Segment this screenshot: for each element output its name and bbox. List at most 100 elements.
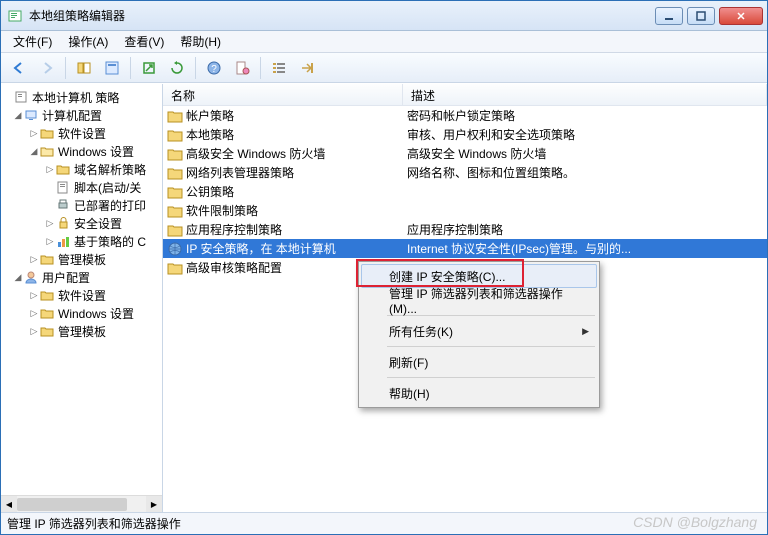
folder-icon xyxy=(39,252,55,266)
list-row[interactable]: 本地策略审核、用户权利和安全选项策略 xyxy=(163,125,767,144)
row-name: 帐户策略 xyxy=(186,107,234,124)
folder-icon xyxy=(167,261,183,275)
printer-icon xyxy=(55,198,71,212)
row-desc: 网络名称、图标和位置组策略。 xyxy=(403,164,767,181)
ctx-all-tasks[interactable]: 所有任务(K)▶ xyxy=(361,319,597,343)
minimize-button[interactable] xyxy=(655,7,683,25)
tree-dns-policy[interactable]: ▷域名解析策略 xyxy=(1,160,162,178)
folder-icon xyxy=(167,204,183,218)
tree-admin-templates[interactable]: ▷管理模板 xyxy=(1,250,162,268)
maximize-button[interactable] xyxy=(687,7,715,25)
refresh-button[interactable] xyxy=(165,56,189,80)
tree-u-software[interactable]: ▷软件设置 xyxy=(1,286,162,304)
folder-icon xyxy=(167,185,183,199)
menu-file[interactable]: 文件(F) xyxy=(5,31,60,52)
folder-icon xyxy=(167,223,183,237)
tree-security-settings[interactable]: ▷安全设置 xyxy=(1,214,162,232)
expand-icon[interactable]: ▷ xyxy=(45,236,55,247)
submenu-arrow-icon: ▶ xyxy=(582,326,589,337)
toolbar: ? xyxy=(1,53,767,83)
security-icon xyxy=(55,216,71,230)
tree-u-admin[interactable]: ▷管理模板 xyxy=(1,322,162,340)
show-hide-tree-button[interactable] xyxy=(72,56,96,80)
ctx-separator xyxy=(387,377,595,378)
row-name: 网络列表管理器策略 xyxy=(186,164,294,181)
properties-button[interactable] xyxy=(100,56,124,80)
row-name: 公钥策略 xyxy=(186,183,234,200)
help-button[interactable]: ? xyxy=(202,56,226,80)
tree-software-settings[interactable]: ▷软件设置 xyxy=(1,124,162,142)
list-row[interactable]: 网络列表管理器策略 网络名称、图标和位置组策略。 xyxy=(163,163,767,182)
tree-pane[interactable]: 本地计算机 策略 ◢计算机配置 ▷软件设置 ◢Windows 设置 ▷域名解析策… xyxy=(1,84,163,512)
forward-button[interactable] xyxy=(35,56,59,80)
ctx-refresh[interactable]: 刷新(F) xyxy=(361,350,597,374)
list-row[interactable]: 公钥策略 xyxy=(163,182,767,201)
list-row[interactable]: 帐户策略密码和帐户锁定策略 xyxy=(163,106,767,125)
collapse-icon[interactable]: ◢ xyxy=(13,110,23,121)
row-desc: 应用程序控制策略 xyxy=(403,221,767,238)
status-text: 管理 IP 筛选器列表和筛选器操作 xyxy=(7,515,181,532)
scroll-right-button[interactable]: ▶ xyxy=(146,496,162,512)
folder-icon xyxy=(55,162,71,176)
tree-computer-cfg[interactable]: ◢计算机配置 xyxy=(1,106,162,124)
row-name: 本地策略 xyxy=(186,126,234,143)
tree-root[interactable]: 本地计算机 策略 xyxy=(1,88,162,106)
list-row[interactable]: 应用程序控制策略应用程序控制策略 xyxy=(163,220,767,239)
export-button[interactable] xyxy=(137,56,161,80)
collapse-icon[interactable]: ◢ xyxy=(13,272,23,283)
tree-windows-settings[interactable]: ◢Windows 设置 xyxy=(1,142,162,160)
tree-scripts[interactable]: 脚本(启动/关 xyxy=(1,178,162,196)
collapse-icon[interactable]: ◢ xyxy=(29,146,39,157)
menu-help[interactable]: 帮助(H) xyxy=(172,31,229,52)
folder-icon xyxy=(167,166,183,180)
action-button[interactable] xyxy=(230,56,254,80)
list-button[interactable] xyxy=(267,56,291,80)
col-name[interactable]: 名称 xyxy=(163,84,403,105)
folder-icon xyxy=(39,306,55,320)
title-bar: 本地组策略编辑器 xyxy=(1,1,767,31)
scroll-left-button[interactable]: ◀ xyxy=(1,496,17,512)
expand-icon[interactable]: ▷ xyxy=(29,326,39,337)
user-icon xyxy=(23,270,39,284)
tree-hscrollbar[interactable]: ◀ ▶ xyxy=(1,495,162,512)
menu-view[interactable]: 查看(V) xyxy=(116,31,172,52)
globe-icon xyxy=(167,242,183,256)
row-name: 高级审核策略配置 xyxy=(186,259,282,276)
expand-icon[interactable]: ▷ xyxy=(45,164,55,175)
list-row[interactable]: IP 安全策略，在 本地计算机 Internet 协议安全性(IPsec)管理。与… xyxy=(163,239,767,258)
row-desc: 高级安全 Windows 防火墙 xyxy=(403,145,767,162)
tree-user-cfg[interactable]: ◢用户配置 xyxy=(1,268,162,286)
tree-u-windows[interactable]: ▷Windows 设置 xyxy=(1,304,162,322)
assign-button[interactable] xyxy=(295,56,319,80)
menu-action[interactable]: 操作(A) xyxy=(60,31,116,52)
expand-icon[interactable]: ▷ xyxy=(45,218,55,229)
menu-bar: 文件(F) 操作(A) 查看(V) 帮助(H) xyxy=(1,31,767,53)
expand-icon[interactable]: ▷ xyxy=(29,128,39,139)
row-name: 软件限制策略 xyxy=(186,202,258,219)
close-button[interactable] xyxy=(719,7,763,25)
status-bar: 管理 IP 筛选器列表和筛选器操作 xyxy=(1,512,767,534)
folder-icon xyxy=(167,128,183,142)
back-button[interactable] xyxy=(7,56,31,80)
expand-icon[interactable]: ▷ xyxy=(29,308,39,319)
computer-icon xyxy=(23,108,39,122)
expand-icon[interactable]: ▷ xyxy=(29,254,39,265)
ctx-help[interactable]: 帮助(H) xyxy=(361,381,597,405)
row-name: IP 安全策略，在 本地计算机 xyxy=(186,240,336,257)
tree-printers[interactable]: 已部署的打印 xyxy=(1,196,162,214)
row-desc: Internet 协议安全性(IPsec)管理。与别的... xyxy=(403,240,767,257)
folder-icon xyxy=(39,324,55,338)
svg-text:?: ? xyxy=(211,64,217,75)
scroll-thumb[interactable] xyxy=(17,498,127,511)
expand-icon[interactable]: ▷ xyxy=(29,290,39,301)
row-name: 高级安全 Windows 防火墙 xyxy=(186,145,325,162)
folder-icon xyxy=(39,126,55,140)
tree-policy-based[interactable]: ▷基于策略的 C xyxy=(1,232,162,250)
folder-icon xyxy=(167,109,183,123)
col-desc[interactable]: 描述 xyxy=(403,84,767,105)
ctx-manage-filters[interactable]: 管理 IP 筛选器列表和筛选器操作(M)... xyxy=(361,288,597,312)
ctx-separator xyxy=(387,346,595,347)
window-title: 本地组策略编辑器 xyxy=(29,7,655,24)
list-row[interactable]: 高级安全 Windows 防火墙 高级安全 Windows 防火墙 xyxy=(163,144,767,163)
list-row[interactable]: 软件限制策略 xyxy=(163,201,767,220)
